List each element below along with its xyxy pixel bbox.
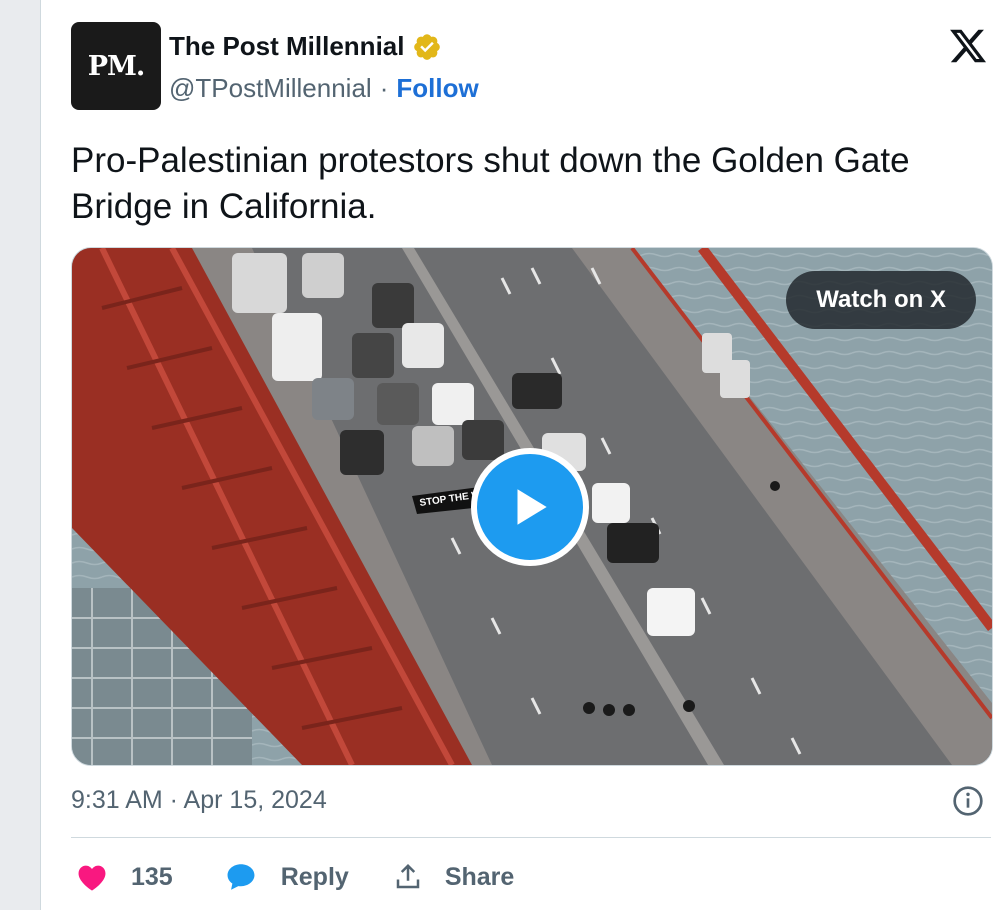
reply-bubble-icon xyxy=(227,864,255,890)
author-avatar[interactable]: PM. xyxy=(71,22,161,110)
author-name[interactable]: The Post Millennial xyxy=(169,31,404,62)
x-logo-icon[interactable] xyxy=(947,26,989,66)
tweet-embed-card: PM. The Post Millennial @TPostMillennial… xyxy=(40,0,1007,910)
share-upload-icon xyxy=(396,863,420,889)
author-handle-row: @TPostMillennial · Follow xyxy=(169,73,479,104)
play-button[interactable] xyxy=(471,448,589,566)
verified-badge-icon xyxy=(414,33,441,60)
play-icon xyxy=(517,489,547,525)
author-name-row[interactable]: The Post Millennial xyxy=(169,31,442,62)
tweet-timestamp[interactable]: 9:31 AM · Apr 15, 2024 xyxy=(71,786,327,815)
tweet-text: Pro-Palestinian protestors shut down the… xyxy=(71,141,910,226)
reply-label: Reply xyxy=(280,862,349,891)
tweet-actions-bar: 135 Reply Share xyxy=(75,856,514,898)
follow-button[interactable]: Follow xyxy=(396,73,478,104)
avatar-logo-text: PM. xyxy=(87,50,146,82)
info-icon[interactable] xyxy=(952,785,984,817)
share-label: Share xyxy=(444,862,515,891)
share-button[interactable]: Share xyxy=(393,862,514,892)
heart-icon xyxy=(78,865,106,891)
watch-on-x-button[interactable]: Watch on X xyxy=(786,271,976,329)
actions-divider xyxy=(71,837,991,838)
like-button[interactable]: 135 xyxy=(75,860,173,894)
video-thumbnail[interactable]: STOP THE W Watch on X xyxy=(71,247,993,766)
author-handle[interactable]: @TPostMillennial xyxy=(169,73,372,104)
reply-button[interactable]: Reply xyxy=(223,860,349,894)
handle-separator: · xyxy=(379,73,389,103)
like-count: 135 xyxy=(131,862,173,891)
